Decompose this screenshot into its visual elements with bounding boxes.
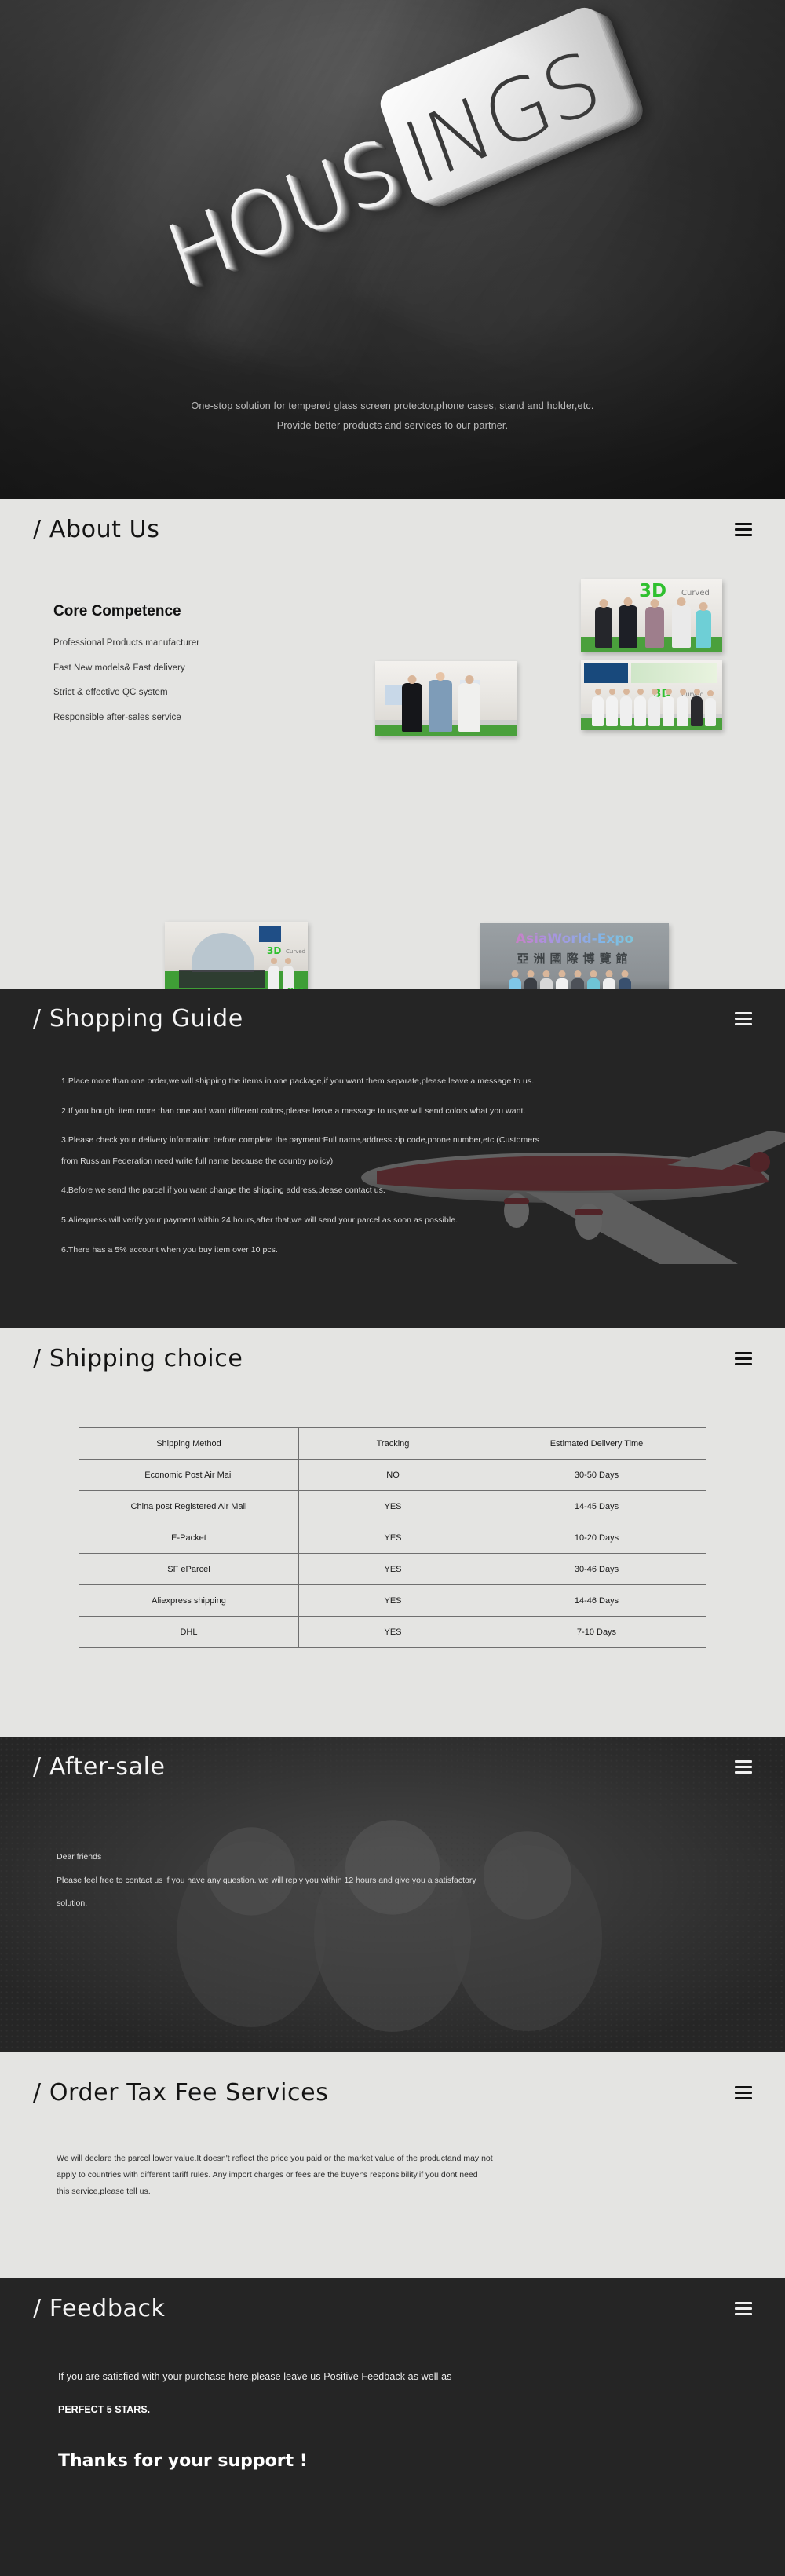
guide-item: 3.Please check your delivery information… — [61, 1135, 540, 1145]
cell-method: E-Packet — [78, 1522, 299, 1554]
cell-delivery: 14-45 Days — [487, 1490, 706, 1522]
feedback-header: / Feedback — [0, 2278, 785, 2322]
section-shopping-guide: / Shopping Guide 1.Place more than one o… — [0, 989, 785, 1328]
column-header-tracking: Tracking — [298, 1427, 487, 1460]
after-sale-header: / After-sale — [0, 1737, 785, 1781]
cell-tracking: YES — [298, 1616, 487, 1648]
table-row: SF eParcel YES 30-46 Days — [78, 1553, 706, 1585]
feedback-title: / Feedback — [33, 2295, 166, 2322]
after-sale-greeting: Dear friends — [57, 1852, 102, 1862]
hamburger-menu-icon[interactable] — [735, 523, 752, 536]
photo-team-with-customer — [375, 661, 517, 736]
order-tax-header: / Order Tax Fee Services — [0, 2052, 785, 2106]
guide-item: 1.Place more than one order,we will ship… — [61, 1076, 535, 1086]
table-row: DHL YES 7-10 Days — [78, 1616, 706, 1648]
column-header-method: Shipping Method — [78, 1427, 299, 1460]
section-order-tax-fee: / Order Tax Fee Services We will declare… — [0, 2052, 785, 2278]
after-sale-title: / After-sale — [33, 1753, 166, 1781]
section-about-us: / About Us Core Competence Professional … — [0, 499, 785, 989]
cell-tracking: YES — [298, 1522, 487, 1554]
photo-asiaworld-expo-entrance: AsiaWorld-Expo 亞洲國際博覽館 — [480, 923, 669, 989]
cell-delivery: 14-46 Days — [487, 1584, 706, 1617]
cell-method: DHL — [78, 1616, 299, 1648]
banner-tagline: One-stop solution for tempered glass scr… — [0, 396, 785, 436]
table-row: Economic Post Air Mail NO 30-50 Days — [78, 1459, 706, 1491]
cell-delivery: 30-46 Days — [487, 1553, 706, 1585]
order-tax-body: We will declare the parcel lower value.I… — [0, 2106, 785, 2200]
after-sale-line2: solution. — [57, 1898, 88, 1908]
section-shipping-choice: / Shipping choice Shipping Method Tracki… — [0, 1328, 785, 1737]
cell-delivery: 30-50 Days — [487, 1459, 706, 1491]
cell-tracking: YES — [298, 1490, 487, 1522]
table-row: E-Packet YES 10-20 Days — [78, 1522, 706, 1554]
cell-method: SF eParcel — [78, 1553, 299, 1585]
shopping-guide-title: / Shopping Guide — [33, 1005, 243, 1032]
cell-tracking: NO — [298, 1459, 487, 1491]
guide-item: 5.Aliexpress will verify your payment wi… — [61, 1215, 458, 1225]
cell-tracking: YES — [298, 1553, 487, 1585]
about-header: / About Us — [0, 499, 785, 543]
cell-delivery: 7-10 Days — [487, 1616, 706, 1648]
cell-delivery: 10-20 Days — [487, 1522, 706, 1554]
column-header-delivery: Estimated Delivery Time — [487, 1427, 706, 1460]
cell-method: China post Registered Air Mail — [78, 1490, 299, 1522]
section-feedback: / Feedback If you are satisfied with you… — [0, 2278, 785, 2576]
shopping-guide-body: 1.Place more than one order,we will ship… — [0, 1032, 785, 1255]
shipping-header: / Shipping choice — [0, 1328, 785, 1372]
about-photo-collage: 3D Curved 3D Curved 3D Curved AsiaWorld-… — [0, 543, 785, 989]
section-after-sale: / After-sale Dear friends Please feel fr… — [0, 1737, 785, 2052]
cell-method: Economic Post Air Mail — [78, 1459, 299, 1491]
photo-team-group-booth: 3D Curved — [581, 660, 722, 730]
hamburger-menu-icon[interactable] — [735, 1760, 752, 1774]
guide-item: 6.There has a 5% account when you buy it… — [61, 1244, 278, 1255]
shopping-guide-header: / Shopping Guide — [0, 989, 785, 1032]
about-title: / About Us — [33, 516, 160, 543]
order-tax-line3: this service,please tell us. — [57, 2187, 151, 2196]
product-description-page: HOUS INGS One-stop solution for tempered… — [0, 0, 785, 2576]
hamburger-menu-icon[interactable] — [735, 2302, 752, 2315]
guide-item: 2.If you bought item more than one and w… — [61, 1105, 526, 1116]
shipping-title: / Shipping choice — [33, 1345, 243, 1372]
hero-banner: HOUS INGS One-stop solution for tempered… — [0, 0, 785, 499]
feedback-line1: If you are satisfied with your purchase … — [58, 2371, 452, 2382]
cell-method: Aliexpress shipping — [78, 1584, 299, 1617]
order-tax-title: / Order Tax Fee Services — [33, 2079, 329, 2106]
cell-tracking: YES — [298, 1584, 487, 1617]
table-row: Aliexpress shipping YES 14-46 Days — [78, 1584, 706, 1617]
table-header-row: Shipping Method Tracking Estimated Deliv… — [78, 1427, 706, 1460]
banner-tagline-line1: One-stop solution for tempered glass scr… — [191, 400, 594, 411]
banner-tagline-line2: Provide better products and services to … — [276, 420, 509, 431]
hamburger-menu-icon[interactable] — [735, 1352, 752, 1365]
feedback-line2: PERFECT 5 STARS. — [58, 2404, 151, 2415]
after-sale-body: Dear friends Please feel free to contact… — [0, 1781, 785, 1910]
feedback-thanks: Thanks for your support ! — [58, 2451, 308, 2471]
after-sale-line1: Please feel free to contact us if you ha… — [57, 1876, 476, 1886]
hamburger-menu-icon[interactable] — [735, 1012, 752, 1025]
photo-3d-curved-booth-visitors: 3D Curved — [581, 579, 722, 652]
guide-item: 4.Before we send the parcel,if you want … — [61, 1186, 385, 1196]
about-body: Core Competence Professional Products ma… — [0, 543, 785, 989]
feedback-body: If you are satisfied with your purchase … — [0, 2322, 785, 2471]
guide-item-cont: from Russian Federation need write full … — [61, 1156, 334, 1166]
hamburger-menu-icon[interactable] — [735, 2086, 752, 2099]
shipping-methods-table: Shipping Method Tracking Estimated Deliv… — [78, 1427, 706, 1648]
order-tax-line2: apply to countries with different tariff… — [57, 2170, 478, 2180]
table-row: China post Registered Air Mail YES 14-45… — [78, 1490, 706, 1522]
order-tax-line1: We will declare the parcel lower value.I… — [57, 2154, 493, 2163]
photo-booth-meeting-area: 3D Curved OTA — [165, 922, 308, 989]
